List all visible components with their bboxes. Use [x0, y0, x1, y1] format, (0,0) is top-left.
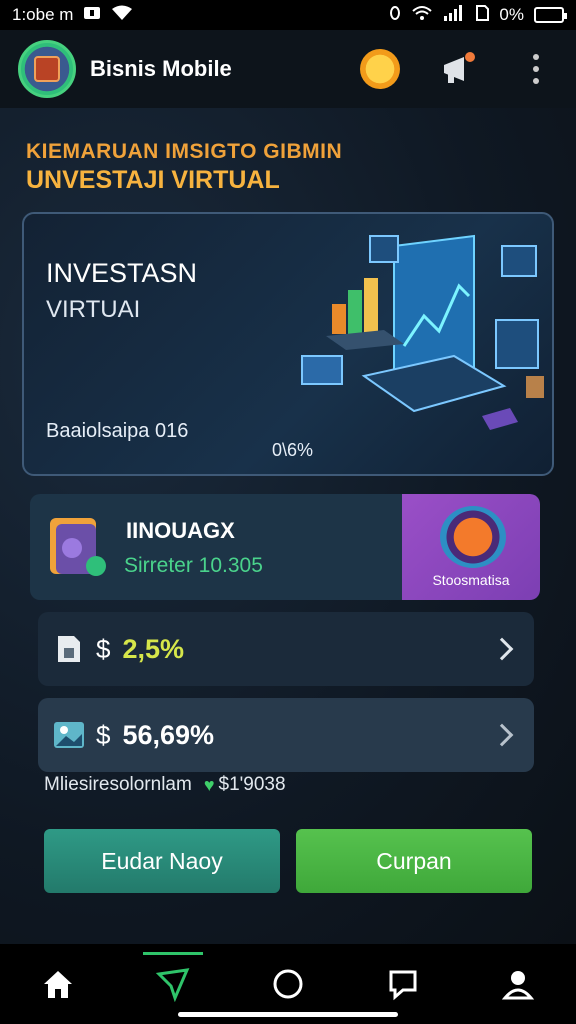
summary-amount: $1'9038 [218, 774, 286, 795]
crate-logo-icon[interactable] [18, 40, 76, 98]
hero-subtitle: VIRTUAI [46, 296, 141, 323]
sim-icon [475, 4, 490, 26]
media-icon [83, 5, 101, 26]
image-icon [54, 722, 84, 748]
profile-icon[interactable] [488, 954, 548, 1014]
promo-badge[interactable]: Stoosmatisa [402, 494, 540, 600]
headline-line2: UNVESTAJI VIRTUAL [26, 166, 280, 194]
headline: KIEMARUAN IMSIGTO GIBMIN UNVESTAJI VIRTU… [26, 138, 342, 194]
summary-label: Mliesiresolornlam [44, 774, 192, 795]
stat-value: 2,5% [122, 633, 185, 664]
battery-icon [534, 7, 567, 23]
stat-currency: $ [96, 633, 111, 664]
main-content: KIEMARUAN IMSIGTO GIBMIN UNVESTAJI VIRTU… [0, 108, 576, 944]
home-icon[interactable] [28, 954, 88, 1014]
stat-currency: $ [96, 719, 111, 750]
app-title: Bisnis Mobile [90, 56, 232, 81]
megaphone-icon[interactable] [436, 47, 480, 91]
document-icon [58, 636, 80, 662]
hero-title: INVESTASN [46, 258, 198, 288]
stat-row-2[interactable]: $ 56,69% [38, 698, 534, 772]
gesture-bar[interactable] [178, 1012, 398, 1017]
battery-percent: 0% [499, 5, 524, 24]
circle-icon[interactable] [258, 954, 318, 1014]
wifi-shield-icon [111, 5, 133, 26]
heart-icon: ♥ [203, 774, 215, 795]
left-action-button[interactable]: Eudar Naoy [44, 829, 280, 893]
chevron-right-icon[interactable] [490, 637, 514, 661]
send-icon[interactable] [142, 952, 203, 1014]
promo-badge-label: Stoosmatisa [432, 572, 510, 588]
right-action-button[interactable]: Curpan [296, 829, 532, 893]
investment-illustration-icon [301, 234, 544, 430]
box-icon [440, 506, 506, 568]
alarm-icon [389, 5, 401, 26]
sun-icon[interactable] [358, 47, 402, 91]
stat-value: 56,69% [122, 719, 215, 750]
hero-balance-label: Baaiolsaipa 016 [46, 420, 189, 442]
signal-icon [443, 4, 465, 26]
chevron-right-icon[interactable] [490, 723, 514, 747]
wallet-icon [50, 518, 106, 576]
more-vertical-icon[interactable] [514, 47, 558, 91]
status-time: 1:obe m [12, 5, 74, 24]
promo-card[interactable]: IINOUAGX Sirreter 10.305 Stoosmatisa [30, 494, 540, 600]
promo-subtitle: Sirreter 10.305 [124, 554, 263, 577]
hero-card[interactable]: INVESTASN VIRTUAI Baaiolsaipa 016 0\6% [22, 212, 554, 476]
headline-line1: KIEMARUAN IMSIGTO GIBMIN [26, 140, 343, 163]
wifi-icon [411, 5, 433, 26]
promo-title: IINOUAGX [126, 518, 235, 543]
summary: Mliesiresolornlam ♥ $1'9038 [44, 774, 286, 796]
status-bar: 1:obe m 0% [0, 0, 576, 30]
chat-icon[interactable] [373, 954, 433, 1014]
stat-row-1[interactable]: $ 2,5% [38, 612, 534, 686]
app-header: Bisnis Mobile [0, 30, 576, 108]
